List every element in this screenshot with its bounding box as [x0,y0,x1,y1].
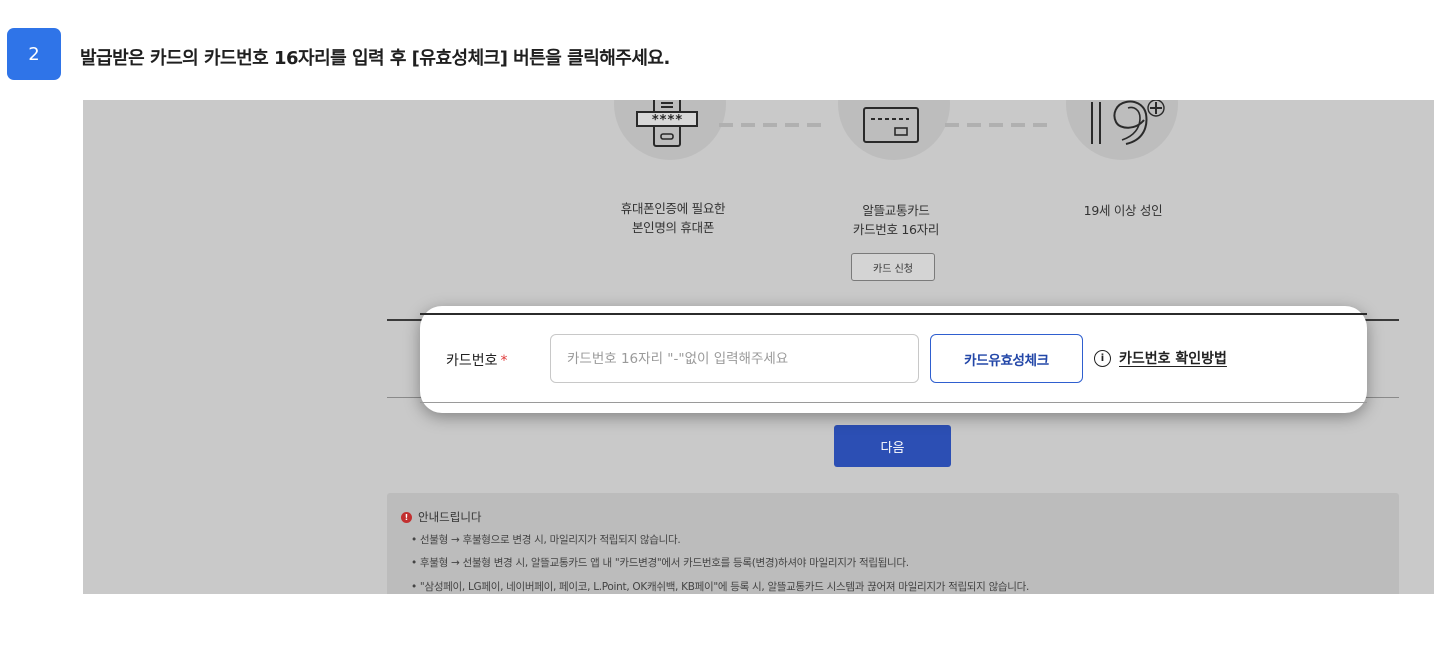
notice-box: ! 안내드립니다 • 선불형 → 후불형으로 변경 시, 마일리지가 적립되지 … [387,493,1399,594]
requirement-card-label: 알뜰교통카드 카드번호 16자리 [852,203,940,237]
card-number-input[interactable] [550,334,919,383]
age-19-plus-icon [1091,100,1165,145]
form-divider-bottom [420,402,1367,403]
form-divider-top [420,313,1367,315]
svg-text:****: **** [651,113,682,128]
requirement-phone-label: 휴대폰인증에 필요한 본인명의 휴대폰 [620,201,726,235]
notice-title: ! 안내드립니다 [401,509,481,525]
card-apply-button[interactable]: 카드 신청 [851,253,935,281]
notice-item: • "삼성페이, LG페이, 네이버페이, 페이코, L.Point, OK캐쉬… [411,581,1030,593]
phone-password-icon: **** [636,100,698,147]
info-icon: i [1094,349,1111,367]
next-button[interactable]: 다음 [834,425,951,467]
step-instruction: 발급받은 카드의 카드번호 16자리를 입력 후 [유효성체크] 버튼을 클릭해… [80,48,670,69]
step-number-badge: 2 [7,28,61,80]
card-number-label: 카드번호 * [446,353,508,369]
card-icon [863,107,919,143]
help-link-label: 카드번호 확인방법 [1119,351,1227,367]
dashed-connector [719,123,827,127]
required-mark: * [500,353,508,369]
card-validity-check-button[interactable]: 카드유효성체크 [930,334,1083,383]
card-number-help-link[interactable]: i 카드번호 확인방법 [1094,348,1227,368]
dashed-connector [945,123,1053,127]
alert-icon: ! [401,511,412,523]
requirement-age-label: 19세 이상 성인 [1083,203,1163,218]
card-number-form-highlight: 카드번호* 카드유효성체크 i 카드번호 확인방법 [420,306,1367,413]
notice-item: • 후불형 → 선불형 변경 시, 알뜰교통카드 앱 내 "카드변경"에서 카드… [411,557,909,569]
notice-item: • 선불형 → 후불형으로 변경 시, 마일리지가 적립되지 않습니다. [411,534,681,546]
